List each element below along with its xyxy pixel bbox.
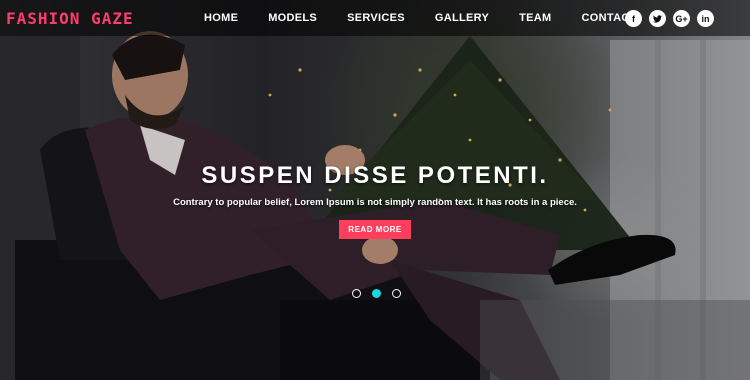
slider-dot-3[interactable] bbox=[392, 289, 401, 298]
slide-caption: SUSPEN DISSE POTENTI. Contrary to popula… bbox=[0, 162, 750, 239]
nav-item-services[interactable]: SERVICES bbox=[347, 12, 405, 24]
twitter-bird-glyph bbox=[653, 14, 662, 23]
nav-item-models[interactable]: MODELS bbox=[268, 12, 317, 24]
social-links: f G+ in bbox=[618, 10, 714, 27]
nav-item-team[interactable]: TEAM bbox=[519, 12, 551, 24]
linkedin-icon[interactable]: in bbox=[697, 10, 714, 27]
nav-item-gallery[interactable]: GALLERY bbox=[435, 12, 489, 24]
read-more-button[interactable]: READ MORE bbox=[339, 220, 411, 239]
twitter-icon[interactable] bbox=[649, 10, 666, 27]
slider-dot-1[interactable] bbox=[352, 289, 361, 298]
slide-headline: SUSPEN DISSE POTENTI. bbox=[201, 162, 549, 189]
nav-item-home[interactable]: HOME bbox=[204, 12, 238, 24]
hero-slider: FASHION GAZE HOME MODELS SERVICES GALLER… bbox=[0, 0, 750, 380]
google-plus-icon[interactable]: G+ bbox=[673, 10, 690, 27]
slider-dot-2[interactable] bbox=[372, 289, 381, 298]
slider-pagination bbox=[352, 289, 412, 298]
site-logo[interactable]: FASHION GAZE bbox=[6, 9, 134, 28]
top-navbar: FASHION GAZE HOME MODELS SERVICES GALLER… bbox=[0, 0, 750, 36]
slide-subtext: Contrary to popular belief, Lorem Ipsum … bbox=[173, 197, 577, 208]
facebook-icon[interactable]: f bbox=[625, 10, 642, 27]
main-nav: HOME MODELS SERVICES GALLERY TEAM CONTAC… bbox=[204, 0, 637, 36]
